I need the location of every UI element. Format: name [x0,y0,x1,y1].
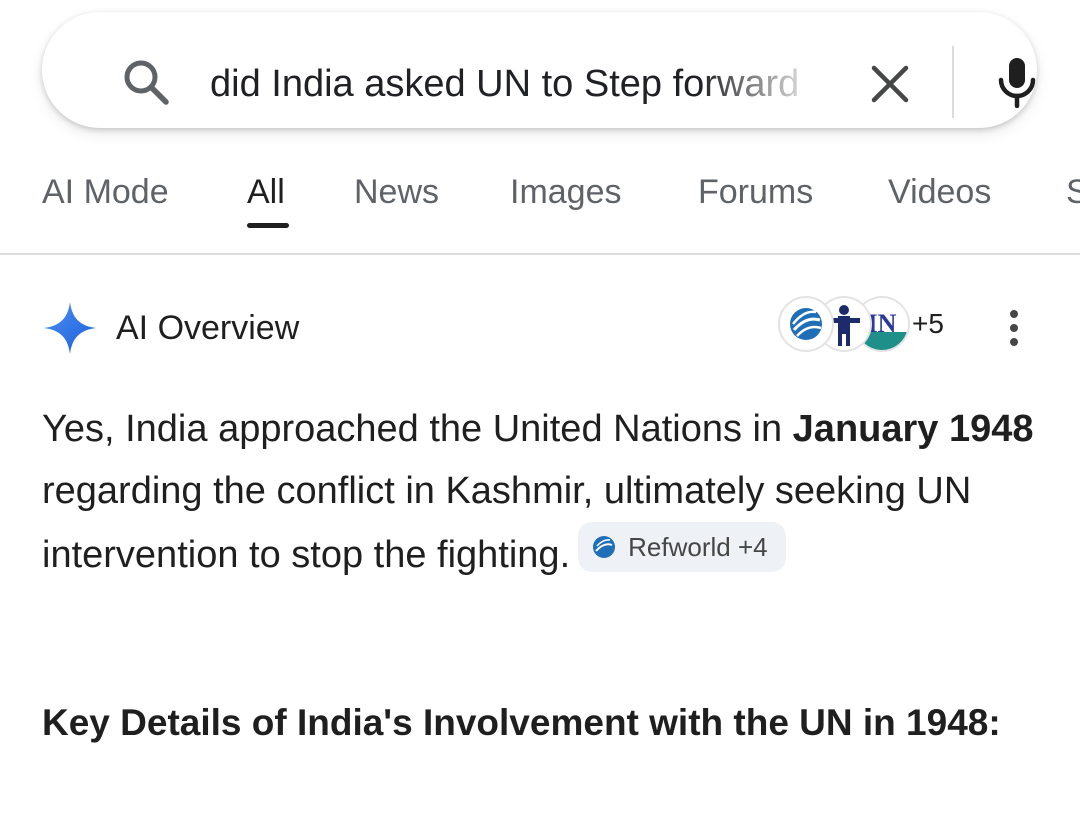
sources-more-count: +5 [912,308,944,339]
tab-ai-mode[interactable]: AI Mode [42,170,169,214]
answer-highlight: January 1948 [792,408,1034,450]
section-heading: Key Details of India's Involvement with … [42,702,1001,743]
close-icon[interactable] [868,64,912,104]
tab-shopping[interactable]: S [1066,170,1080,214]
search-bar-divider [952,46,954,118]
refworld-globe-icon [593,536,616,558]
answer-text: Yes, India approached the United Nations… [42,408,793,450]
tabs-divider [0,253,1080,255]
tab-images[interactable]: Images [510,170,622,214]
search-tabs: AI Mode All News Images Forums Videos S [0,150,1080,254]
search-bar[interactable]: did India asked UN to Step forward [42,12,1037,128]
ai-overview-title: AI Overview [116,309,300,347]
source-chip[interactable]: Refworld +4 [578,522,786,572]
active-tab-indicator [247,223,289,228]
source-chip-label: Refworld +4 [628,532,768,562]
more-options-icon[interactable] [1000,306,1028,350]
microphone-icon[interactable] [992,56,1042,108]
search-input[interactable]: did India asked UN to Step forward [210,56,822,116]
refworld-globe-icon [780,298,832,350]
svg-text:IN: IN [868,309,897,338]
ai-overview-answer: Yes, India approached the United Nations… [42,398,1042,586]
tab-news[interactable]: News [354,170,439,214]
source-favicons[interactable]: IN +5 [778,298,978,356]
answer-text-cont: regarding the conflict in Kashmir, ultim… [42,470,972,576]
ai-sparkle-icon [44,302,96,354]
search-results-page: did India asked UN to Step forward AI Mo… [0,0,1080,829]
tab-videos[interactable]: Videos [888,170,991,214]
search-icon[interactable] [120,56,172,108]
tab-all[interactable]: All [247,170,285,214]
tab-forums[interactable]: Forums [698,170,813,214]
